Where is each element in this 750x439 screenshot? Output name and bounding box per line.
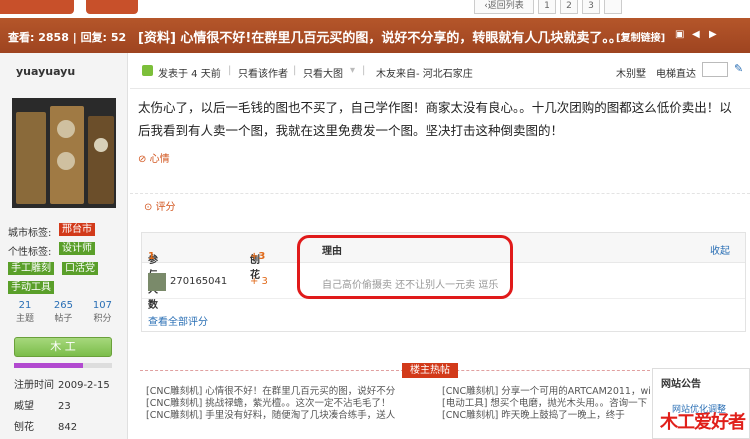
author-source: 木友来自- 河北石家庄 — [376, 69, 473, 80]
top-strip: ‹返回列表 1 2 3 — [0, 0, 750, 18]
list-item[interactable]: [CNC雕刻机] 手里没有好料，随便淘了几块凑合练手，送人 — [146, 407, 400, 421]
level-progress — [14, 363, 112, 368]
prev-thread-icon[interactable]: ◀ — [692, 30, 702, 40]
author-name[interactable]: yuayuayu — [16, 65, 75, 78]
tag-designer[interactable]: 设计师 — [59, 242, 95, 255]
rater-name[interactable]: 270165041 — [170, 276, 227, 287]
rate-row: ⊙ 评分 — [130, 193, 750, 213]
list-item[interactable]: [CNC雕刻机] 昨天晚上鼓捣了一晚上，终于 — [442, 407, 650, 421]
pen-icon[interactable]: ✎ — [734, 62, 743, 75]
thread-title-bar: 查看: 2858 | 回复: 52 [资料] 心情很不好!在群里几百元买的图，说… — [0, 18, 750, 53]
pager: ‹返回列表 1 2 3 — [474, 0, 622, 16]
hot-posts: 楼主热帖 [CNC雕刻机] 心情很不好！在群里几百元买的图，说好不分 [CNC雕… — [140, 363, 650, 436]
city-tag[interactable]: 邢台市 — [59, 223, 95, 236]
rater-value: + 3 — [250, 276, 268, 287]
thread-title: [资料] 心情很不好!在群里几百元买的图，说好不分享的，转眼就有人几块就卖了。。 — [138, 31, 622, 46]
red-annotation-circle — [297, 235, 513, 299]
copy-link[interactable]: [复制链接] — [616, 29, 665, 44]
only-author-link[interactable]: 只看该作者 — [238, 65, 288, 80]
avatar[interactable] — [12, 98, 116, 208]
page-2[interactable]: 2 — [560, 0, 578, 14]
page-1[interactable]: 1 — [538, 0, 556, 14]
post-meta-bar: 发表于 4 天前 | 只看该作者 | 只看大图 ▾ | 木友来自- 河北石家庄 … — [130, 53, 750, 89]
city-label: 城市标签: — [8, 228, 52, 239]
posted-time: 发表于 4 天前 — [158, 69, 221, 80]
down-arrow-icon: ▾ — [350, 65, 356, 76]
page-next[interactable] — [604, 0, 622, 14]
points-count[interactable]: 107 积分 — [93, 300, 112, 324]
post-content: 太伤心了，以后一毛钱的图也不买了，自己学作图！商家太没有良心。。十几次团购的图都… — [138, 100, 732, 138]
new-post-button[interactable] — [0, 0, 74, 14]
thread-stats: 查看: 2858 | 回复: 52 — [8, 31, 127, 44]
level-badge: 木 工 — [14, 337, 112, 357]
site-logo: 木工爱好者 — [660, 412, 746, 433]
prestige: 威望 23 — [14, 401, 71, 412]
floor-label: 木别墅 — [616, 69, 646, 80]
view-all-ratings-link[interactable]: 查看全部评分 — [148, 313, 208, 328]
online-icon — [142, 65, 153, 76]
site-notice-title: 网站公告 — [661, 379, 701, 390]
personality-label: 个性标签: — [8, 247, 52, 258]
tag-talk[interactable]: 口活党 — [62, 262, 98, 275]
collapse-link[interactable]: 收起 — [710, 242, 730, 257]
rater-avatar[interactable] — [148, 273, 166, 291]
tag-handcarve[interactable]: 手工雕刻 — [8, 262, 54, 275]
tag-handtools[interactable]: 手动工具 — [8, 281, 54, 294]
author-panel: yuayuayu 城市标签: 邢台市 个性标签: 设计师 手工雕刻 口活党 手动… — [0, 53, 128, 439]
reply-button[interactable] — [86, 0, 138, 14]
reg-date: 注册时间 2009-2-15 — [14, 380, 110, 391]
next-thread-icon[interactable]: ▶ — [709, 30, 719, 40]
posts-count[interactable]: 265 帖子 — [54, 300, 73, 324]
author-counts: 21 主题 265 帖子 107 积分 — [6, 300, 122, 324]
back-to-list-link[interactable]: ‹返回列表 — [474, 0, 534, 14]
tag-icon: ⊘ — [138, 154, 147, 165]
rate-button[interactable]: ⊙ 评分 — [144, 198, 176, 213]
only-big-image-link[interactable]: 只看大图 — [303, 65, 343, 80]
hot-posts-label: 楼主热帖 — [402, 363, 458, 378]
page-3[interactable]: 3 — [582, 0, 600, 14]
themes-count[interactable]: 21 主题 — [16, 300, 34, 324]
shavings: 刨花 842 — [14, 422, 78, 433]
mood-tag[interactable]: ⊘ 心情 — [138, 150, 170, 165]
elevator-label: 电梯直达 — [656, 69, 696, 80]
print-icon[interactable]: ▣ — [675, 30, 685, 40]
participants-count: 1 — [148, 251, 155, 262]
floor-jump-input[interactable] — [702, 62, 728, 77]
shavings-total: +3 — [250, 251, 266, 262]
